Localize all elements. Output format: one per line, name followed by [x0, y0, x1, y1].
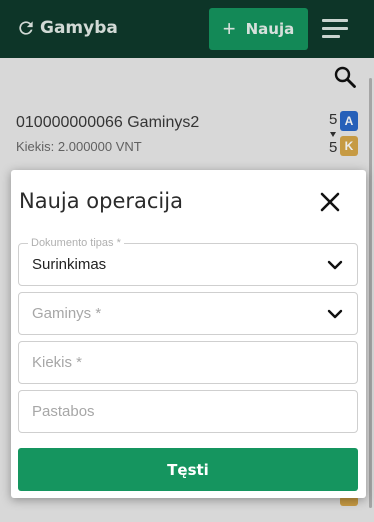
product-select[interactable]: Gaminys *: [18, 292, 358, 335]
product-placeholder: Gaminys *: [32, 305, 102, 322]
quantity-placeholder: Kiekis *: [32, 354, 83, 371]
chevron-down-icon: [327, 309, 343, 319]
document-type-label: Dokumento tipas *: [28, 237, 124, 249]
dialog-title: Nauja operacija: [19, 189, 183, 213]
notes-input[interactable]: Pastabos: [18, 390, 358, 433]
notes-placeholder: Pastabos: [32, 403, 95, 420]
document-type-select[interactable]: Dokumento tipas * Surinkimas: [18, 237, 358, 286]
close-icon[interactable]: [319, 191, 341, 213]
quantity-input[interactable]: Kiekis *: [18, 341, 358, 384]
document-type-value: Surinkimas: [32, 256, 107, 273]
chevron-down-icon: [327, 260, 343, 270]
new-operation-dialog: Nauja operacija Dokumento tipas * Surink…: [11, 170, 366, 498]
continue-button[interactable]: Tęsti: [18, 448, 358, 491]
